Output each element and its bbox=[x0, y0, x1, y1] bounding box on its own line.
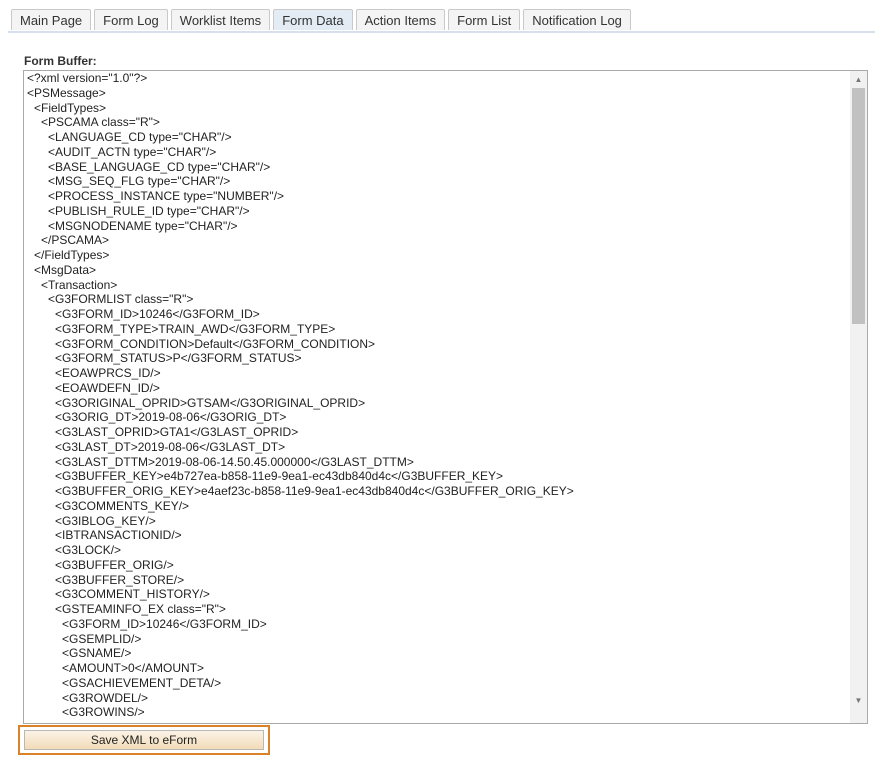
xml-line: <G3FORM_CONDITION>Default</G3FORM_CONDIT… bbox=[55, 336, 376, 351]
xml-line: <G3BUFFER_ORIG_KEY>e4aef23c-b858-11e9-9e… bbox=[55, 484, 574, 498]
xml-line: <AMOUNT>0</AMOUNT> bbox=[62, 661, 205, 675]
xml-line: <AUDIT_ACTN type="CHAR"/> bbox=[48, 144, 217, 159]
xml-line: </PSCAMA> bbox=[41, 233, 110, 248]
xml-line: <G3FORM_ID>10246</G3FORM_ID> bbox=[62, 616, 267, 631]
xml-line: <GSACHIEVEMENT_DETA/> bbox=[62, 675, 222, 690]
tab-bar: Main Page Form Log Worklist Items Form Data… bbox=[11, 9, 631, 30]
tab-form-data[interactable]: Form Data bbox=[273, 9, 353, 30]
xml-line: <EOAWPRCS_ID/> bbox=[55, 366, 161, 380]
xml-line: <BASE_LANGUAGE_CD type="CHAR"/> bbox=[48, 159, 271, 174]
xml-line: <G3ORIGINAL_OPRID>GTSAM</G3ORIGINAL_OPRI… bbox=[55, 395, 366, 410]
xml-line: </FieldTypes> bbox=[34, 248, 110, 262]
save-button-highlight: Save XML to eForm bbox=[18, 725, 270, 755]
form-buffer-textarea[interactable]: <?xml version="1.0"?> <PSMessage> <FieldTy… bbox=[23, 70, 868, 724]
xml-line: <PUBLISH_RULE_ID type="CHAR"/> bbox=[48, 203, 250, 218]
scroll-thumb[interactable] bbox=[852, 88, 865, 324]
xml-line: <GSEMPLID/> bbox=[62, 631, 142, 646]
xml-line: <G3LAST_OPRID>GTA1</G3LAST_OPRID> bbox=[55, 425, 299, 439]
xml-line: <Transaction> bbox=[41, 277, 118, 292]
xml-line: <PSMessage> bbox=[27, 85, 106, 100]
vertical-scrollbar[interactable]: ▲ ▼ bbox=[850, 71, 867, 723]
tab-form-list[interactable]: Form List bbox=[448, 9, 521, 30]
xml-line: <IBTRANSACTIONID/> bbox=[55, 528, 182, 543]
xml-line: <G3IBLOG_KEY/> bbox=[55, 513, 156, 528]
xml-line: <LANGUAGE_CD type="CHAR"/> bbox=[48, 130, 232, 144]
xml-line: <G3FORMLIST class="R"> bbox=[48, 292, 194, 307]
xml-line: <G3LAST_DTTM>2019-08-06-14.50.45.000000<… bbox=[55, 454, 414, 469]
xml-line: <G3LOCK/> bbox=[55, 543, 122, 557]
xml-line: <G3ROWINS/> bbox=[62, 705, 145, 720]
tab-main-page[interactable]: Main Page bbox=[11, 9, 92, 30]
xml-line: <G3ORIG_DT>2019-08-06</G3ORIG_DT> bbox=[55, 410, 287, 425]
xml-line: <G3COMMENTS_KEY/> bbox=[55, 498, 190, 513]
xml-line: <GSNAME/> bbox=[62, 646, 132, 661]
scroll-up-icon[interactable]: ▲ bbox=[850, 71, 867, 88]
xml-line: <MSGNODENAME type="CHAR"/> bbox=[48, 218, 238, 233]
tab-action-items[interactable]: Action Items bbox=[355, 9, 446, 30]
scroll-down-icon[interactable]: ▼ bbox=[850, 692, 867, 709]
tab-notification-log[interactable]: Notification Log bbox=[523, 9, 631, 30]
xml-line: <G3FORM_TYPE>TRAIN_AWD</G3FORM_TYPE> bbox=[55, 321, 336, 336]
xml-line: <G3BUFFER_KEY>e4b727ea-b858-11e9-9ea1-ec… bbox=[55, 469, 504, 484]
form-buffer-label: Form Buffer: bbox=[24, 54, 97, 68]
xml-content: <?xml version="1.0"?> <PSMessage> <FieldTy… bbox=[27, 71, 574, 720]
xml-line: <G3FORM_STATUS>P</G3FORM_STATUS> bbox=[55, 351, 302, 366]
xml-line: <FieldTypes> bbox=[34, 100, 107, 115]
xml-line: <G3BUFFER_STORE/> bbox=[55, 572, 185, 587]
xml-line: <MSG_SEQ_FLG type="CHAR"/> bbox=[48, 174, 231, 189]
save-xml-button[interactable]: Save XML to eForm bbox=[24, 730, 264, 750]
xml-line: <G3COMMENT_HISTORY/> bbox=[55, 587, 210, 602]
xml-line: <MsgData> bbox=[34, 262, 97, 277]
xml-line: <G3LAST_DT>2019-08-06</G3LAST_DT> bbox=[55, 439, 286, 454]
xml-line: <G3ROWDEL/> bbox=[62, 690, 149, 705]
tab-form-log[interactable]: Form Log bbox=[94, 9, 168, 30]
tab-worklist-items[interactable]: Worklist Items bbox=[170, 9, 271, 30]
tabs-divider bbox=[8, 31, 875, 33]
xml-line: <PROCESS_INSTANCE type="NUMBER"/> bbox=[48, 189, 285, 203]
xml-line: <PSCAMA class="R"> bbox=[41, 115, 160, 130]
xml-line: <GSTEAMINFO_EX class="R"> bbox=[55, 602, 226, 616]
xml-line: <G3BUFFER_ORIG/> bbox=[55, 557, 174, 572]
xml-line: <G3FORM_ID>10246</G3FORM_ID> bbox=[55, 307, 260, 321]
xml-line: <EOAWDEFN_ID/> bbox=[55, 380, 160, 395]
xml-line: <?xml version="1.0"?> bbox=[27, 71, 148, 85]
